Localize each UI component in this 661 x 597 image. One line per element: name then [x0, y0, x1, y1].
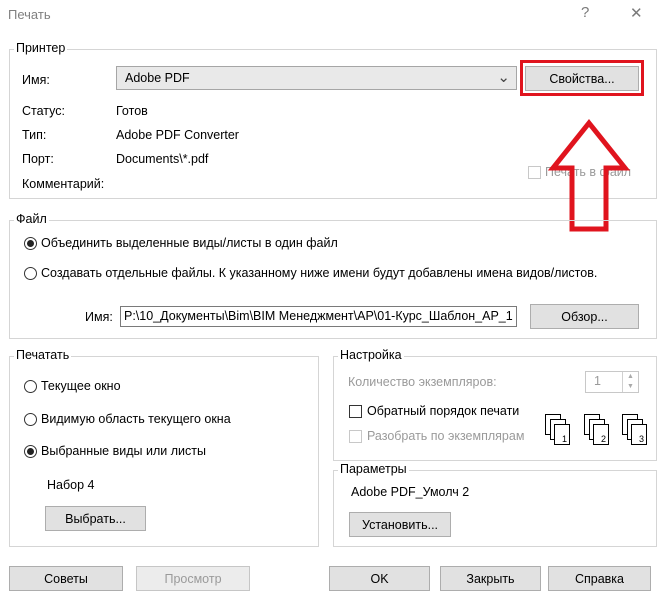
collate-pages-icon-3: 3 [622, 414, 648, 446]
collate-label: Разобрать по экземплярам [367, 429, 525, 443]
params-legend: Параметры [338, 462, 409, 476]
select-button[interactable]: Выбрать... [45, 506, 146, 531]
copies-spinner[interactable]: 1 ▲ ▼ [585, 371, 639, 393]
collate-pages-icon-2: 2 [584, 414, 610, 446]
status-label: Статус: [22, 104, 65, 118]
copies-label: Количество экземпляров: [348, 375, 497, 389]
type-label: Тип: [22, 128, 47, 142]
window-title: Печать [8, 7, 51, 22]
current-window-label: Текущее окно [41, 379, 121, 393]
print-range-legend: Печатать [14, 348, 72, 362]
visible-area-label: Видимую область текущего окна [41, 412, 231, 426]
printer-legend: Принтер [14, 41, 68, 55]
settings-legend: Настройка [338, 348, 404, 362]
file-name-input[interactable]: P:\10_Документы\Bim\BIM Менеджмент\AP\01… [120, 306, 517, 327]
printer-name-label: Имя: [22, 73, 50, 87]
visible-area-radio[interactable] [24, 413, 37, 426]
printer-select-value: Adobe PDF [125, 71, 190, 85]
separate-label: Создавать отдельные файлы. К указанному … [41, 266, 598, 280]
copies-value: 1 [594, 374, 601, 388]
collate-pages-icon-1: 1 [545, 414, 571, 446]
combine-label: Объединить выделенные виды/листы в один … [41, 236, 338, 250]
annotation-highlight-box [520, 60, 644, 96]
annotation-arrow-icon [548, 118, 630, 232]
reverse-order-label: Обратный порядок печати [367, 404, 520, 418]
set-name: Набор 4 [47, 478, 95, 492]
port-label: Порт: [22, 152, 54, 166]
port-value: Documents\*.pdf [116, 152, 209, 166]
printer-select[interactable]: Adobe PDF ⌄ [116, 66, 517, 90]
print-to-file-checkbox[interactable] [528, 166, 541, 179]
setup-button[interactable]: Установить... [349, 512, 451, 537]
chevron-down-icon: ⌄ [497, 69, 510, 86]
tips-button[interactable]: Советы [9, 566, 123, 591]
separate-radio[interactable] [24, 267, 37, 280]
spin-down-icon[interactable]: ▼ [622, 382, 638, 392]
combine-radio[interactable] [24, 237, 37, 250]
comment-label: Комментарий: [22, 177, 105, 191]
params-value: Adobe PDF_Умолч 2 [351, 485, 470, 499]
type-value: Adobe PDF Converter [116, 128, 239, 142]
spin-up-icon[interactable]: ▲ [622, 372, 638, 382]
preview-button[interactable]: Просмотр [136, 566, 250, 591]
browse-button[interactable]: Обзор... [530, 304, 639, 329]
selected-views-label: Выбранные виды или листы [41, 444, 206, 458]
status-value: Готов [116, 104, 148, 118]
collate-checkbox[interactable] [349, 430, 362, 443]
file-name-label: Имя: [85, 310, 113, 324]
close-icon[interactable]: ✕ [630, 4, 643, 22]
selected-views-radio[interactable] [24, 445, 37, 458]
ok-button[interactable]: OK [329, 566, 430, 591]
help-button[interactable]: Справка [548, 566, 651, 591]
help-icon[interactable]: ? [581, 4, 589, 21]
file-legend: Файл [14, 212, 49, 226]
reverse-order-checkbox[interactable] [349, 405, 362, 418]
current-window-radio[interactable] [24, 380, 37, 393]
close-button[interactable]: Закрыть [440, 566, 541, 591]
